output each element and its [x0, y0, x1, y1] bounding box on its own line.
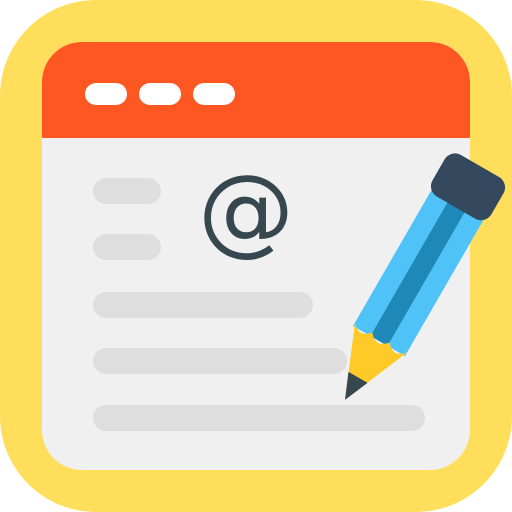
notes-app-icon: @ — [0, 0, 512, 512]
pencil-icon — [345, 153, 506, 400]
